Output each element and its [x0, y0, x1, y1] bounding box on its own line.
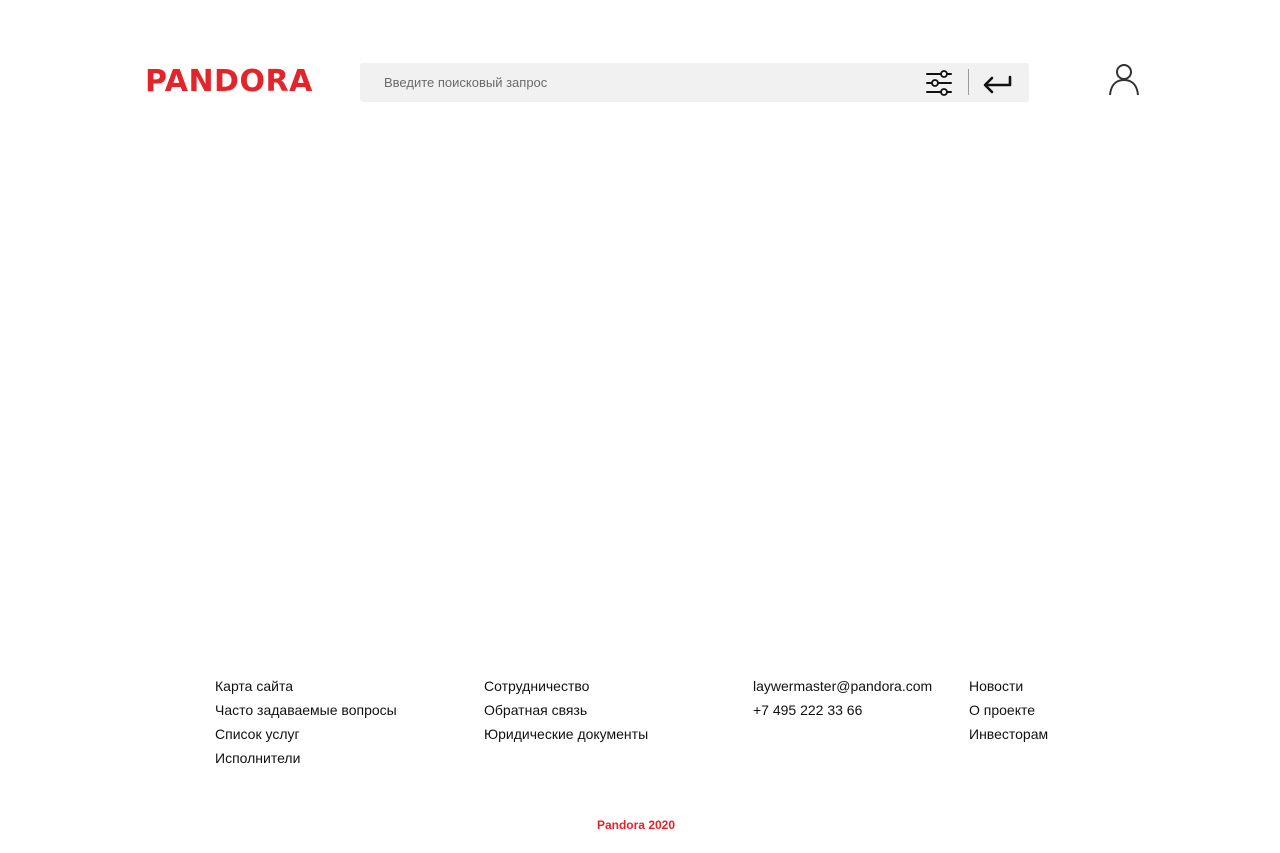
- page: PANDORA Введите поисковый запрос Карта с…: [0, 0, 1280, 853]
- footer-column-site: Карта сайта Часто задаваемые вопросы Спи…: [215, 674, 397, 770]
- logo[interactable]: PANDORA: [145, 64, 313, 100]
- user-account-button[interactable]: [1107, 62, 1141, 96]
- footer-link-services[interactable]: Список услуг: [215, 722, 397, 746]
- user-icon: [1109, 64, 1139, 96]
- search-submit-button[interactable]: [982, 71, 1014, 95]
- search-bar: [360, 63, 1029, 102]
- footer-link-feedback[interactable]: Обратная связь: [484, 698, 648, 722]
- search-divider: [968, 69, 969, 95]
- footer-link-news[interactable]: Новости: [969, 674, 1048, 698]
- footer-link-about[interactable]: О проекте: [969, 698, 1048, 722]
- copyright-text: Pandora 2020: [596, 818, 676, 832]
- footer-link-cooperation[interactable]: Сотрудничество: [484, 674, 648, 698]
- footer-email-link[interactable]: laywermaster@pandora.com: [753, 674, 932, 698]
- footer-phone-link[interactable]: +7 495 222 33 66: [753, 698, 932, 722]
- sliders-icon: [926, 70, 952, 96]
- footer-link-performers[interactable]: Исполнители: [215, 746, 397, 770]
- enter-arrow-icon: [983, 75, 1012, 94]
- footer-column-contacts: laywermaster@pandora.com +7 495 222 33 6…: [753, 674, 932, 722]
- filter-button[interactable]: [925, 69, 953, 97]
- footer-link-investors[interactable]: Инвесторам: [969, 722, 1048, 746]
- footer-column-about: Новости О проекте Инвесторам: [969, 674, 1048, 746]
- footer-link-legal[interactable]: Юридические документы: [484, 722, 648, 746]
- footer-link-faq[interactable]: Часто задаваемые вопросы: [215, 698, 397, 722]
- footer-column-company: Сотрудничество Обратная связь Юридически…: [484, 674, 648, 746]
- search-input[interactable]: [384, 63, 924, 102]
- footer-link-sitemap[interactable]: Карта сайта: [215, 674, 397, 698]
